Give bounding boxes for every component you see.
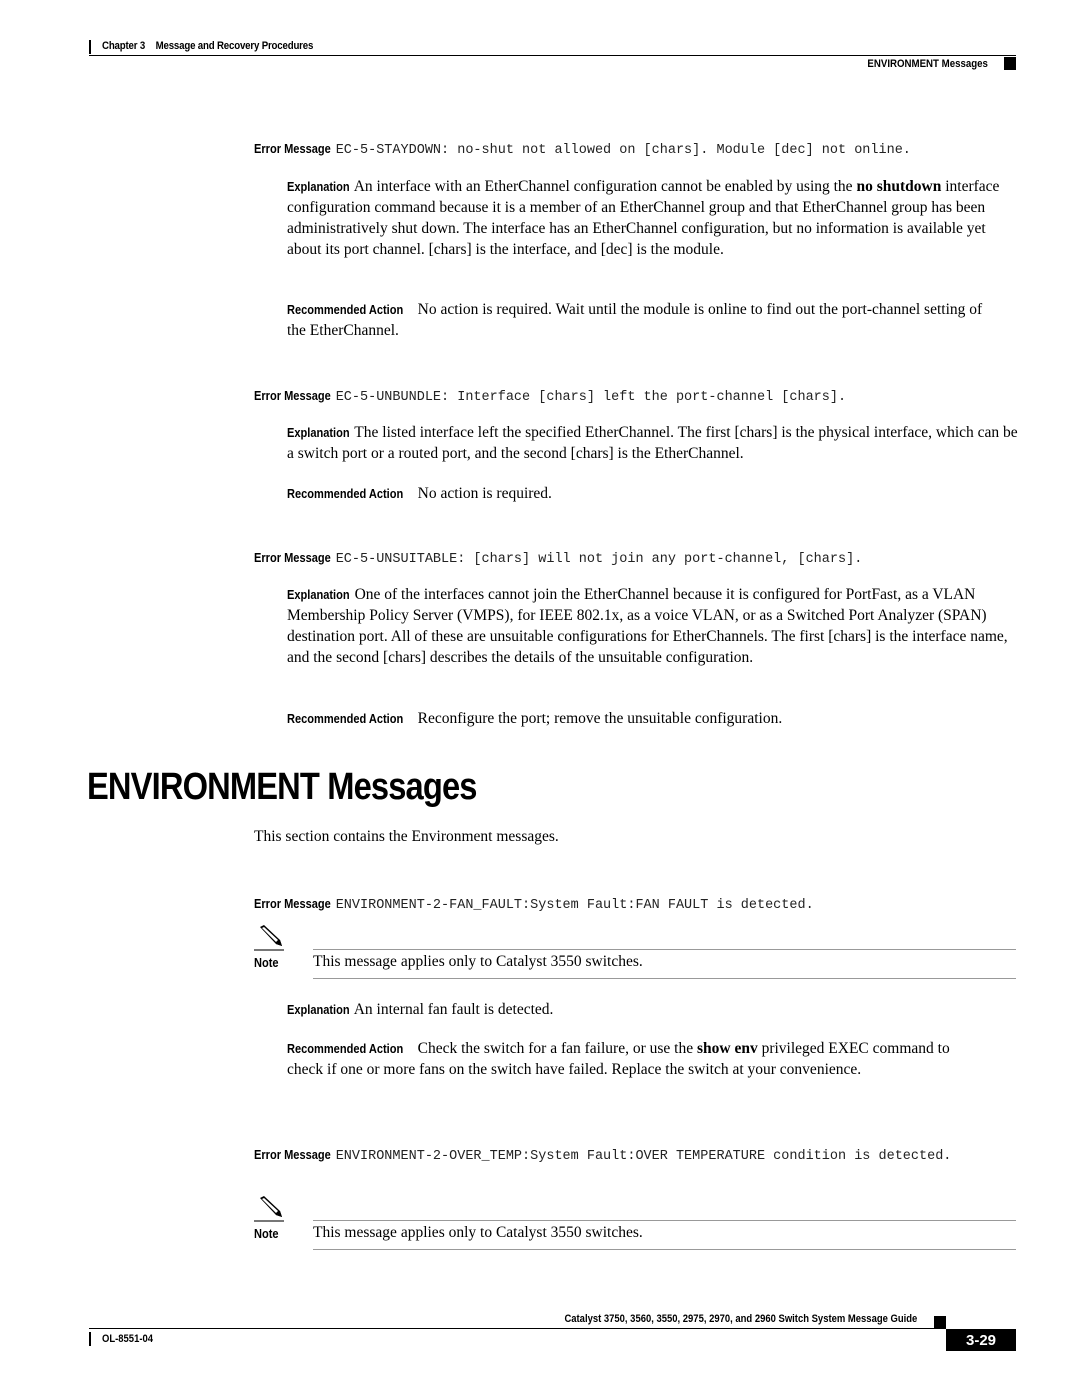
error-message-unbundle: Error Message EC-5-UNBUNDLE: Interface […	[254, 386, 846, 408]
explanation-label: Explanation	[287, 587, 350, 602]
page-number: 3-29	[946, 1329, 1016, 1351]
action-unsuitable: Recommended Action Reconfigure the port;…	[287, 710, 783, 727]
error-message-label: Error Message	[254, 896, 331, 911]
footer-bar	[89, 1332, 91, 1346]
header-block-marker	[1004, 57, 1016, 70]
footer-doc-number: OL-8551-04	[102, 1333, 154, 1345]
recommended-action-label: Recommended Action	[287, 1041, 404, 1056]
note-rule-bottom	[313, 978, 1016, 979]
error-code: ENVIRONMENT-2-OVER_TEMP:System Fault:OVE…	[335, 1149, 952, 1164]
header-bar	[89, 40, 91, 54]
note-pencil-icon	[254, 925, 284, 951]
note-rule-bottom	[313, 1249, 1016, 1250]
explanation-label: Explanation	[287, 179, 350, 194]
command-show-env: show env	[696, 1040, 758, 1057]
error-message-staydown: Error Message EC-5-STAYDOWN: no-shut not…	[254, 139, 911, 161]
note-rule-top	[313, 1220, 1016, 1221]
chapter-title: Message and Recovery Procedures	[155, 40, 314, 52]
error-code: EC-5-UNBUNDLE: Interface [chars] left th…	[335, 390, 847, 405]
note-rule-top	[313, 949, 1016, 950]
footer-rule	[89, 1328, 946, 1329]
explanation-staydown: Explanation An interface with an EtherCh…	[287, 178, 1000, 258]
section-heading: ENVIRONMENT Messages	[87, 766, 477, 808]
recommended-action-label: Recommended Action	[287, 711, 404, 726]
note-text: This message applies only to Catalyst 35…	[313, 1224, 643, 1241]
running-header-chapter: Chapter 3 Message and Recovery Procedures	[102, 40, 313, 52]
explanation-unsuitable: Explanation One of the interfaces cannot…	[287, 586, 1008, 666]
error-code: EC-5-UNSUITABLE: [chars] will not join a…	[335, 552, 863, 567]
recommended-action-label: Recommended Action	[287, 486, 404, 501]
section-intro: This section contains the Environment me…	[254, 828, 559, 845]
command-no-shutdown: no shutdown	[856, 178, 942, 195]
explanation-unbundle: Explanation The listed interface left th…	[287, 424, 1018, 462]
explanation-label: Explanation	[287, 1002, 350, 1017]
error-message-over-temp: Error Message ENVIRONMENT-2-OVER_TEMP:Sy…	[254, 1145, 1024, 1167]
error-message-label: Error Message	[254, 1147, 331, 1162]
error-message-label: Error Message	[254, 388, 331, 403]
running-header-section: ENVIRONMENT Messages	[867, 58, 988, 70]
action-staydown: Recommended Action No action is required…	[287, 301, 983, 339]
note-label: Note	[254, 1226, 279, 1241]
action-fan-fault: Recommended Action Check the switch for …	[287, 1040, 950, 1078]
error-message-unsuitable: Error Message EC-5-UNSUITABLE: [chars] w…	[254, 548, 862, 570]
note-label: Note	[254, 955, 279, 970]
note-text: This message applies only to Catalyst 35…	[313, 953, 643, 970]
error-message-label: Error Message	[254, 550, 331, 565]
footer-guide-title: Catalyst 3750, 3560, 3550, 2975, 2970, a…	[564, 1313, 917, 1325]
error-message-fan-fault: Error Message ENVIRONMENT-2-FAN_FAULT:Sy…	[254, 894, 814, 916]
chapter-number: Chapter 3	[102, 40, 146, 52]
explanation-fan-fault: Explanation An internal fan fault is det…	[287, 1001, 554, 1018]
recommended-action-label: Recommended Action	[287, 302, 404, 317]
error-code: EC-5-STAYDOWN: no-shut not allowed on [c…	[335, 143, 911, 158]
explanation-label: Explanation	[287, 425, 350, 440]
action-unbundle: Recommended Action No action is required…	[287, 485, 552, 502]
note-pencil-icon	[254, 1196, 284, 1222]
error-code: ENVIRONMENT-2-FAN_FAULT:System Fault:FAN…	[335, 898, 814, 913]
error-message-label: Error Message	[254, 141, 331, 156]
header-rule	[89, 55, 1016, 56]
